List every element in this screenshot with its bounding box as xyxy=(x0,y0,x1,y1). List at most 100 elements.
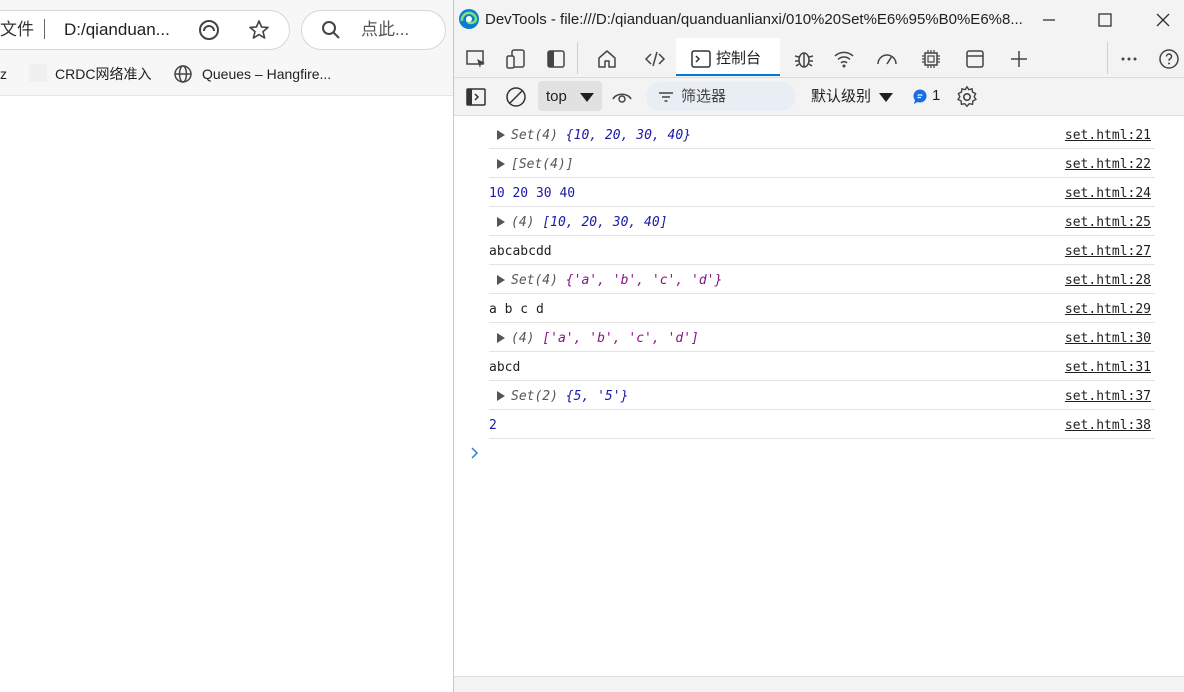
console-message-body: [10, 20, 30, 40] xyxy=(542,215,668,230)
sidebar-toggle-icon[interactable] xyxy=(464,85,488,109)
console-message: Set(4) {10, 20, 30, 40} xyxy=(489,128,691,143)
source-link[interactable]: set.html:30 xyxy=(1065,331,1151,346)
tab-console-label: 控制台 xyxy=(716,50,762,67)
source-link[interactable]: set.html:21 xyxy=(1065,128,1151,143)
console-message-body: ['a', 'b', 'c', 'd'] xyxy=(542,331,699,346)
console-row: Set(2) {5, '5'} set.html:37 xyxy=(489,381,1155,410)
minimize-icon[interactable] xyxy=(1037,8,1061,32)
page-icon xyxy=(29,64,47,82)
bookmark-crdc[interactable]: CRDC网络准入 xyxy=(55,66,151,82)
console-row: [Set(4)] set.html:22 xyxy=(489,149,1155,178)
console-message-body: a b c d xyxy=(489,302,544,317)
address-separator xyxy=(44,19,45,39)
source-link[interactable]: set.html:31 xyxy=(1065,360,1151,375)
console-row: abcabcdd set.html:27 xyxy=(489,236,1155,265)
console-message: 10 20 30 40 xyxy=(489,186,575,201)
address-url[interactable]: D:/qianduan... xyxy=(64,20,170,40)
bookmark-z[interactable]: z xyxy=(0,66,7,82)
context-selector-label: top xyxy=(546,88,567,105)
console-row: 2 set.html:38 xyxy=(489,410,1155,439)
expand-triangle-icon[interactable] xyxy=(497,391,505,401)
expand-triangle-icon[interactable] xyxy=(497,130,505,140)
memory-chip-icon[interactable] xyxy=(919,47,943,71)
console-row: a b c d set.html:29 xyxy=(489,294,1155,323)
source-link[interactable]: set.html:38 xyxy=(1065,418,1151,433)
dock-side-icon[interactable] xyxy=(544,47,568,71)
chevron-down-icon xyxy=(879,93,893,102)
source-link[interactable]: set.html:27 xyxy=(1065,244,1151,259)
search-placeholder: 点此... xyxy=(361,20,410,39)
edge-read-aloud-icon[interactable] xyxy=(198,19,220,41)
browser-window: 文件 D:/qianduan... 点此... z CRDC网络准入 Queue… xyxy=(0,0,453,692)
add-tab-icon[interactable] xyxy=(1007,47,1031,71)
console-row: Set(4) {'a', 'b', 'c', 'd'} set.html:28 xyxy=(489,265,1155,294)
console-row: (4) [10, 20, 30, 40] set.html:25 xyxy=(489,207,1155,236)
devtools-window: DevTools - file:///D:/qianduan/quanduanl… xyxy=(453,0,1184,692)
console-message-prefix: Set(4) xyxy=(511,128,566,143)
toolbar-divider xyxy=(577,42,578,74)
star-icon[interactable] xyxy=(247,18,271,42)
bookmark-queues[interactable]: Queues – Hangfire... xyxy=(202,66,331,82)
maximize-icon[interactable] xyxy=(1093,8,1117,32)
console-prompt-icon[interactable] xyxy=(469,447,481,459)
application-window-icon[interactable] xyxy=(963,47,987,71)
close-icon[interactable] xyxy=(1151,8,1175,32)
toolbar-divider xyxy=(1107,42,1108,74)
console-message-body: [Set(4)] xyxy=(511,157,574,172)
source-link[interactable]: set.html:29 xyxy=(1065,302,1151,317)
network-wifi-icon[interactable] xyxy=(832,47,856,71)
drawer-tabs-bar xyxy=(454,676,1184,692)
console-message: abcabcdd xyxy=(489,244,552,259)
console-message-body: {10, 20, 30, 40} xyxy=(565,128,692,143)
source-link[interactable]: set.html:24 xyxy=(1065,186,1151,201)
console-message-body: abcd xyxy=(489,360,521,375)
console-message: (4) [10, 20, 30, 40] xyxy=(489,215,668,230)
console-message-prefix: (4) xyxy=(511,215,543,230)
source-link[interactable]: set.html:22 xyxy=(1065,157,1151,172)
console-row: Set(4) {10, 20, 30, 40} set.html:21 xyxy=(489,120,1155,149)
address-prefix: 文件 xyxy=(0,20,34,39)
message-count-badge[interactable]: 1 xyxy=(932,88,940,104)
console-message: [Set(4)] xyxy=(489,157,574,172)
filter-placeholder: 筛选器 xyxy=(681,88,727,105)
expand-triangle-icon[interactable] xyxy=(497,275,505,285)
expand-triangle-icon[interactable] xyxy=(497,217,505,227)
message-bubble-icon xyxy=(913,89,927,104)
console-message-body: 10 20 30 40 xyxy=(489,186,576,201)
console-message-prefix: Set(4) xyxy=(511,273,566,288)
console-message-body: {5, '5'} xyxy=(565,389,629,404)
live-expression-eye-icon[interactable] xyxy=(610,85,634,109)
performance-gauge-icon[interactable] xyxy=(875,47,899,71)
console-message: Set(4) {'a', 'b', 'c', 'd'} xyxy=(489,273,722,288)
console-message: Set(2) {5, '5'} xyxy=(489,389,628,404)
globe-icon xyxy=(174,65,192,83)
home-icon[interactable] xyxy=(595,47,619,71)
filter-icon xyxy=(659,92,673,102)
console-message: (4) ['a', 'b', 'c', 'd'] xyxy=(489,331,699,346)
console-message-prefix: (4) xyxy=(511,331,543,346)
source-link[interactable]: set.html:28 xyxy=(1065,273,1151,288)
inspect-element-icon[interactable] xyxy=(464,47,488,71)
gear-icon[interactable] xyxy=(954,84,980,110)
device-emulation-icon[interactable] xyxy=(504,47,528,71)
console-message-body: {'a', 'b', 'c', 'd'} xyxy=(565,273,723,288)
expand-triangle-icon[interactable] xyxy=(497,333,505,343)
help-icon[interactable] xyxy=(1157,47,1181,71)
source-link[interactable]: set.html:25 xyxy=(1065,215,1151,230)
expand-triangle-icon[interactable] xyxy=(497,159,505,169)
console-row: abcd set.html:31 xyxy=(489,352,1155,381)
devtools-title: DevTools - file:///D:/qianduan/quanduanl… xyxy=(485,11,1023,28)
clear-console-icon[interactable] xyxy=(504,85,528,109)
console-message: abcd xyxy=(489,360,520,375)
console-icon xyxy=(691,50,711,68)
bug-icon[interactable] xyxy=(792,47,816,71)
elements-icon[interactable] xyxy=(643,47,667,71)
console-row: 10 20 30 40 set.html:24 xyxy=(489,178,1155,207)
log-level-selector[interactable]: 默认级别 xyxy=(811,89,871,105)
source-link[interactable]: set.html:37 xyxy=(1065,389,1151,404)
more-options-icon[interactable] xyxy=(1117,47,1141,71)
console-message-prefix: Set(2) xyxy=(511,389,566,404)
chevron-down-icon xyxy=(580,93,594,102)
screen: 文件 D:/qianduan... 点此... z CRDC网络准入 Queue… xyxy=(0,0,1184,692)
edge-logo-icon xyxy=(459,9,479,29)
